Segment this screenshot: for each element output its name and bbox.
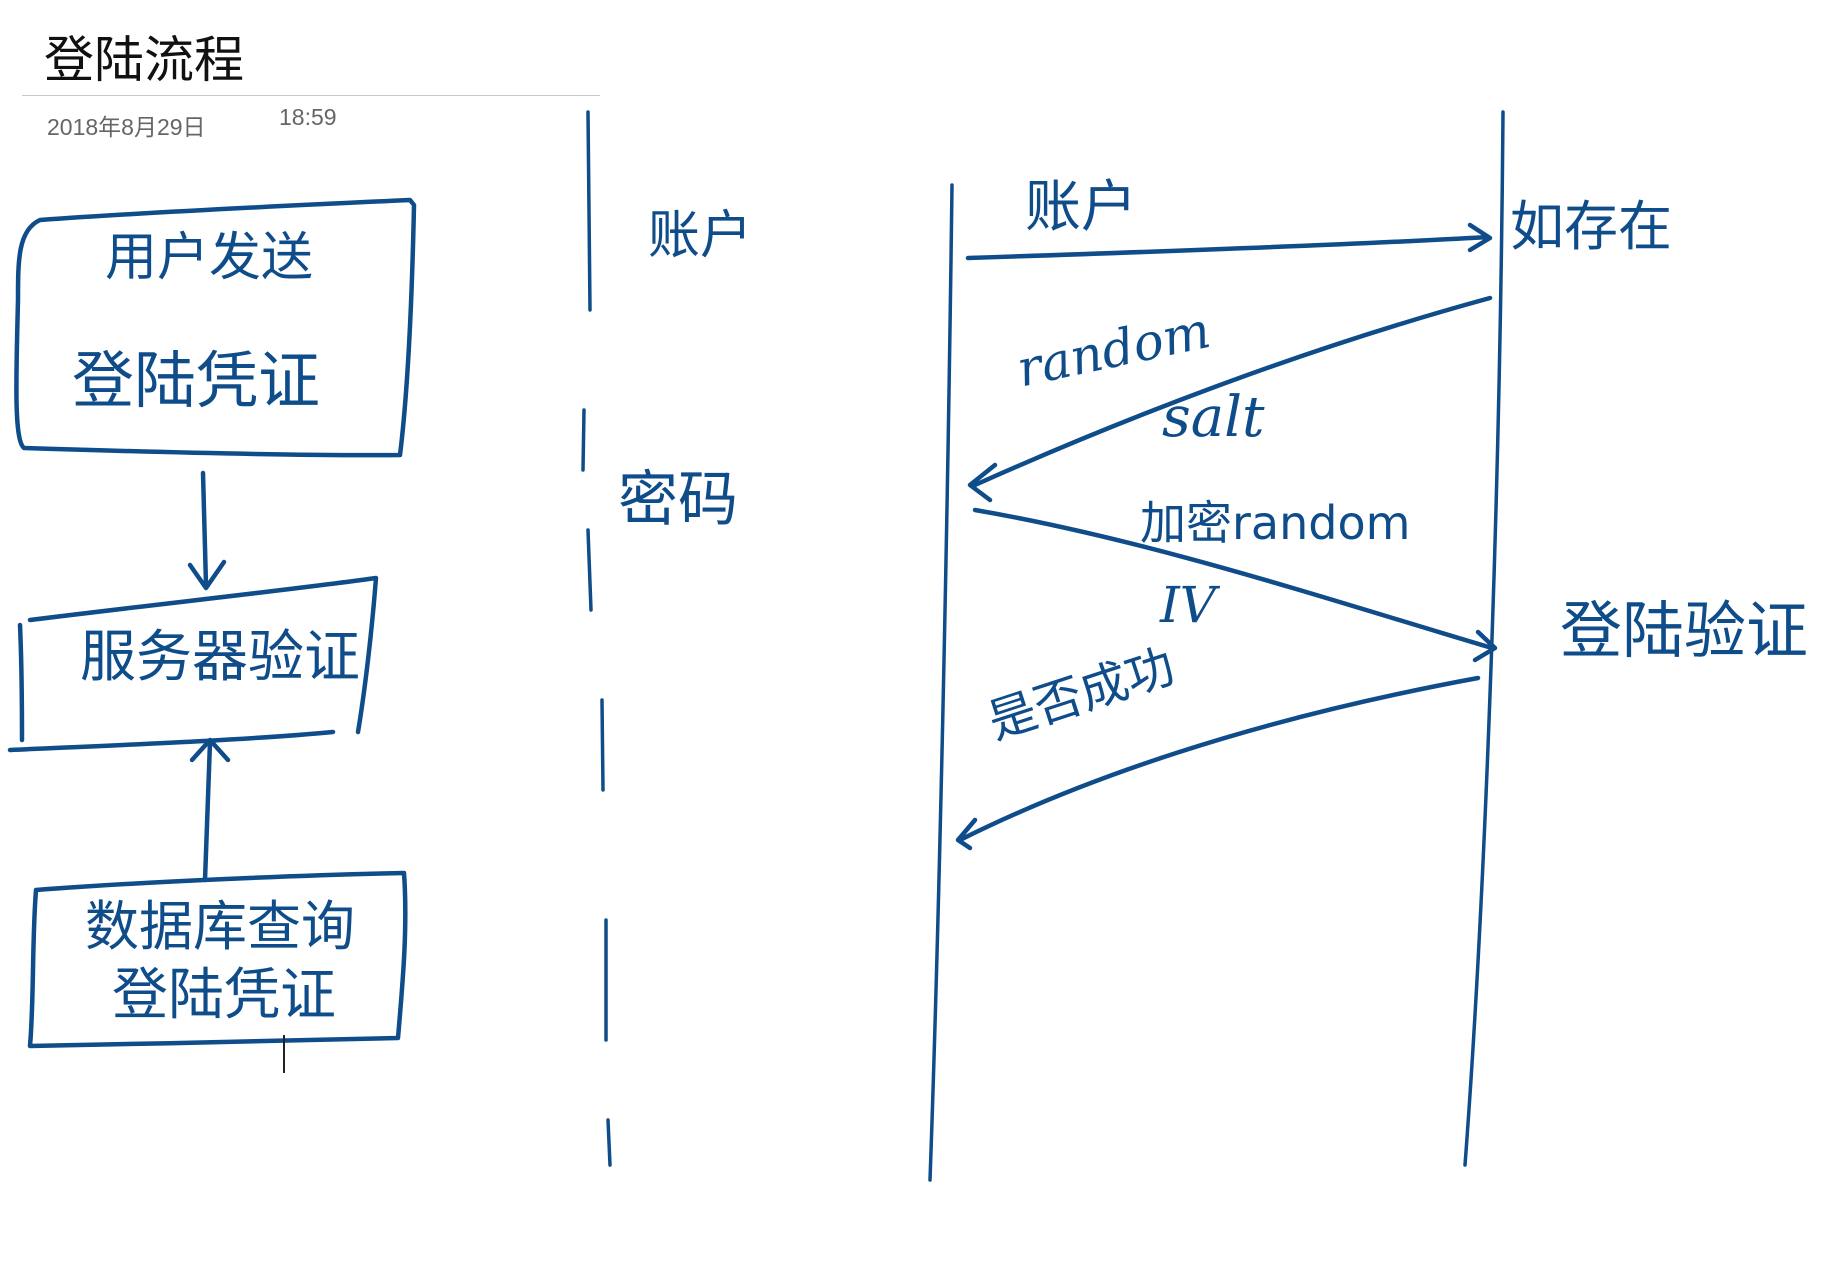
- box-db-label-2: 登陆凭证: [112, 963, 336, 1028]
- box-user-label-1: 用户发送: [105, 228, 314, 288]
- dashed-separator: [581, 110, 612, 1167]
- seq-msg-iv: IV: [1160, 576, 1216, 634]
- box-db-label-1: 数据库查询: [85, 895, 355, 958]
- text-cursor: [283, 1035, 285, 1073]
- side-label-password: 密码: [618, 465, 738, 535]
- seq-login-verify: 登陆验证: [1560, 594, 1809, 667]
- box-server-label: 服务器验证: [80, 625, 360, 690]
- arrow-db-to-server: [189, 737, 231, 883]
- side-label-account: 账户: [648, 206, 753, 266]
- seq-check-exists: 如存在: [1510, 195, 1672, 258]
- seq-msg-encrypt: 加密random: [1140, 496, 1411, 550]
- arrow-user-to-server: [187, 470, 227, 591]
- box-user-label-2: 登陆凭证: [72, 344, 321, 417]
- lifeline-client: [928, 183, 954, 1182]
- seq-msg-account: 账户: [1025, 175, 1137, 240]
- seq-msg-salt: salt: [1162, 385, 1265, 450]
